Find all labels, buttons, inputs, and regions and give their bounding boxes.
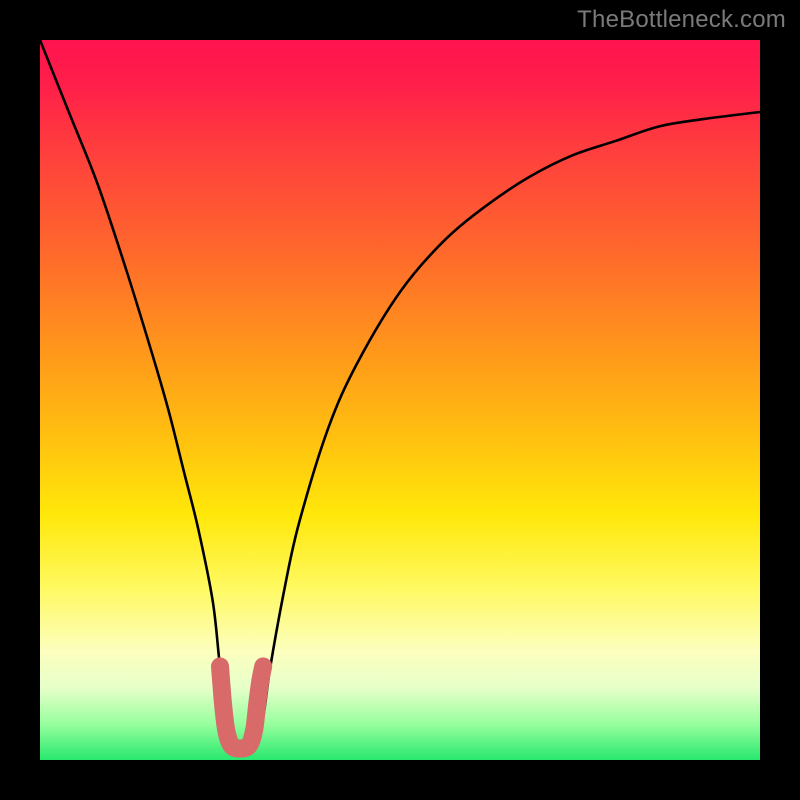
plot-area xyxy=(40,40,760,760)
chart-svg xyxy=(40,40,760,760)
optimal-marker xyxy=(220,666,263,748)
chart-frame: TheBottleneck.com xyxy=(0,0,800,800)
watermark-text: TheBottleneck.com xyxy=(577,6,786,34)
bottleneck-curve xyxy=(40,40,760,747)
